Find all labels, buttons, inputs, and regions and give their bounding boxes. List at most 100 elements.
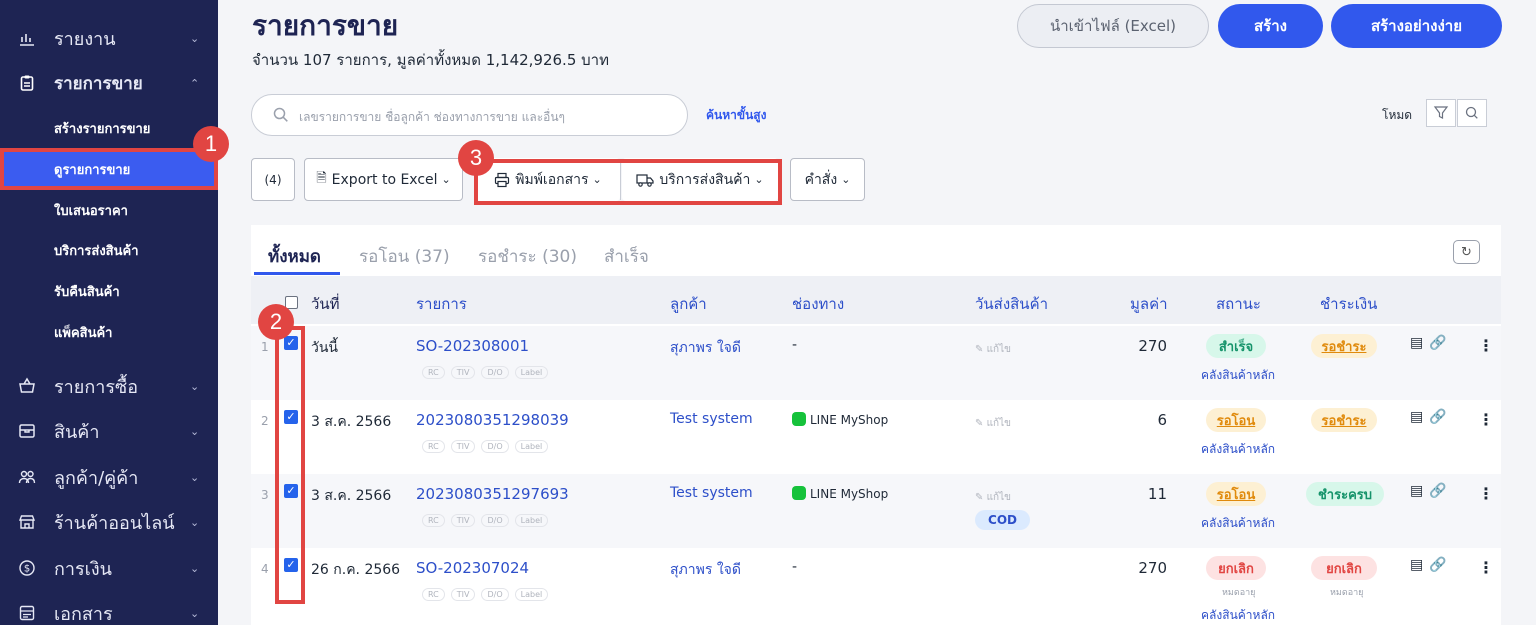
sidebar-sub-packing[interactable]: แพ็คสินค้า xyxy=(0,315,218,349)
import-excel-button[interactable]: นำเข้าไฟล์ (Excel) xyxy=(1017,4,1209,48)
column-channel[interactable]: ช่องทาง xyxy=(792,292,844,316)
edit-ship-date-link[interactable]: ✎ แก้ไข xyxy=(975,490,1011,505)
row-actions: ▤🔗 xyxy=(1410,335,1453,351)
sidebar-item-sales[interactable]: รายการขาย ⌃ xyxy=(0,63,218,103)
receipt-icon[interactable]: ▤ xyxy=(1410,409,1429,425)
document-tag[interactable]: RC xyxy=(422,366,445,379)
selected-count-button[interactable]: (4) xyxy=(251,158,295,201)
receipt-icon[interactable]: ▤ xyxy=(1410,483,1429,499)
sidebar-item-customers[interactable]: ลูกค้า/คู่ค้า ⌄ xyxy=(0,457,218,497)
receipt-icon[interactable]: ▤ xyxy=(1410,335,1429,351)
sidebar-item-finance[interactable]: $ การเงิน ⌄ xyxy=(0,548,218,588)
status-badge[interactable]: รอโอน xyxy=(1206,408,1266,432)
tab-awaiting-transfer[interactable]: รอโอน (37) xyxy=(359,243,450,270)
tab-completed[interactable]: สำเร็จ xyxy=(604,243,649,270)
highlight-box-print-ship xyxy=(474,159,782,205)
link-icon[interactable]: 🔗 xyxy=(1429,335,1452,351)
order-date: 3 ส.ค. 2566 xyxy=(311,414,392,430)
sidebar-item-products[interactable]: สินค้า ⌄ xyxy=(0,411,218,451)
document-tags: RC TIV D/O Label xyxy=(422,514,549,527)
chevron-down-icon: ⌄ xyxy=(841,173,851,186)
customer-name[interactable]: สุภาพร ใจดี xyxy=(670,559,741,581)
status-badge[interactable]: รอโอน xyxy=(1206,482,1266,506)
sidebar-sub-create-sale[interactable]: สร้างรายการขาย xyxy=(0,111,218,145)
order-value: 270 xyxy=(1138,337,1167,355)
link-icon[interactable]: 🔗 xyxy=(1429,483,1452,499)
search-input[interactable]: เลขรายการขาย ชื่อลูกค้า ช่องทางการขาย แล… xyxy=(251,94,688,136)
document-tag[interactable]: Label xyxy=(514,440,549,453)
more-options-icon[interactable]: ⋮ xyxy=(1478,410,1494,429)
svg-text:$: $ xyxy=(24,564,30,575)
payment-subtext: หมดอายุ xyxy=(1330,588,1364,598)
edit-ship-date-link[interactable]: ✎ แก้ไข xyxy=(975,342,1011,357)
row-index: 2 xyxy=(261,414,269,428)
refresh-button[interactable]: ↻ xyxy=(1453,240,1480,264)
document-tag[interactable]: D/O xyxy=(481,514,509,527)
column-order[interactable]: รายการ xyxy=(416,292,467,316)
column-ship-date[interactable]: วันส่งสินค้า xyxy=(975,292,1048,316)
document-tag[interactable]: TIV xyxy=(450,440,476,453)
document-tag[interactable]: TIV xyxy=(450,366,476,379)
status-badge[interactable]: ยกเลิก xyxy=(1206,556,1266,580)
sidebar-item-purchases[interactable]: รายการซื้อ ⌄ xyxy=(0,366,218,406)
create-button[interactable]: สร้าง xyxy=(1218,4,1323,48)
search-icon xyxy=(272,106,290,124)
sidebar-sub-quotation[interactable]: ใบเสนอราคา xyxy=(0,193,218,227)
column-status[interactable]: สถานะ xyxy=(1216,292,1261,316)
chevron-down-icon: ⌄ xyxy=(190,606,200,620)
sidebar-item-online-store[interactable]: ร้านค้าออนไลน์ ⌄ xyxy=(0,502,218,542)
sidebar-sub-returns[interactable]: รับคืนสินค้า xyxy=(0,274,218,308)
customer-name[interactable]: Test system xyxy=(670,485,753,501)
more-options-icon[interactable]: ⋮ xyxy=(1478,558,1494,577)
document-tag[interactable]: Label xyxy=(514,514,549,527)
payment-badge[interactable]: รอชำระ xyxy=(1311,408,1377,432)
column-customer[interactable]: ลูกค้า xyxy=(670,292,707,316)
create-simple-button[interactable]: สร้างอย่างง่าย xyxy=(1331,4,1502,48)
document-tag[interactable]: D/O xyxy=(481,440,509,453)
document-tag[interactable]: D/O xyxy=(481,588,509,601)
active-tab-indicator xyxy=(254,272,340,275)
document-tag[interactable]: Label xyxy=(514,366,549,379)
box-icon xyxy=(18,422,36,440)
order-number-link[interactable]: 2023080351297693 xyxy=(416,485,569,503)
export-excel-button[interactable]: 🗎 Export to Excel ⌄ xyxy=(304,158,463,201)
more-options-icon[interactable]: ⋮ xyxy=(1478,484,1494,503)
tab-all[interactable]: ทั้งหมด xyxy=(268,243,321,270)
command-button[interactable]: คำสั่ง ⌄ xyxy=(790,158,865,201)
chevron-down-icon: ⌄ xyxy=(190,561,200,575)
advanced-search-link[interactable]: ค้นหาขั้นสูง xyxy=(706,106,766,125)
sidebar-sub-shipping[interactable]: บริการส่งสินค้า xyxy=(0,233,218,267)
payment-badge[interactable]: รอชำระ xyxy=(1311,334,1377,358)
receipt-icon[interactable]: ▤ xyxy=(1410,557,1429,573)
document-tag[interactable]: TIV xyxy=(450,514,476,527)
order-value: 6 xyxy=(1157,411,1167,429)
order-number-link[interactable]: SO-202308001 xyxy=(416,337,529,355)
search-mode-button[interactable] xyxy=(1457,99,1487,127)
status-badge[interactable]: สำเร็จ xyxy=(1206,334,1266,358)
payment-badge[interactable]: ยกเลิก xyxy=(1311,556,1377,580)
sidebar-item-documents[interactable]: เอกสาร ⌄ xyxy=(0,593,218,625)
column-date[interactable]: วันที่ xyxy=(311,292,340,316)
link-icon[interactable]: 🔗 xyxy=(1429,409,1452,425)
order-number-link[interactable]: SO-202307024 xyxy=(416,559,529,577)
document-tag[interactable]: RC xyxy=(422,440,445,453)
document-tag[interactable]: TIV xyxy=(450,588,476,601)
order-number-link[interactable]: 2023080351298039 xyxy=(416,411,569,429)
sidebar-item-report[interactable]: รายงาน ⌄ xyxy=(0,18,218,58)
document-tag[interactable]: Label xyxy=(514,588,549,601)
customer-name[interactable]: สุภาพร ใจดี xyxy=(670,337,741,359)
document-tag[interactable]: RC xyxy=(422,588,445,601)
more-options-icon[interactable]: ⋮ xyxy=(1478,336,1494,355)
sidebar-sub-view-sales[interactable]: ดูรายการขาย xyxy=(0,148,218,190)
column-payment[interactable]: ชำระเงิน xyxy=(1320,292,1377,316)
payment-badge[interactable]: ชำระครบ xyxy=(1306,482,1384,506)
customer-name[interactable]: Test system xyxy=(670,411,753,427)
filter-mode-button[interactable] xyxy=(1426,99,1456,127)
row-actions: ▤🔗 xyxy=(1410,557,1453,573)
document-tag[interactable]: RC xyxy=(422,514,445,527)
edit-ship-date-link[interactable]: ✎ แก้ไข xyxy=(975,416,1011,431)
column-value[interactable]: มูลค่า xyxy=(1130,292,1168,316)
tab-awaiting-payment[interactable]: รอชำระ (30) xyxy=(478,243,577,270)
document-tag[interactable]: D/O xyxy=(481,366,509,379)
link-icon[interactable]: 🔗 xyxy=(1429,557,1452,573)
